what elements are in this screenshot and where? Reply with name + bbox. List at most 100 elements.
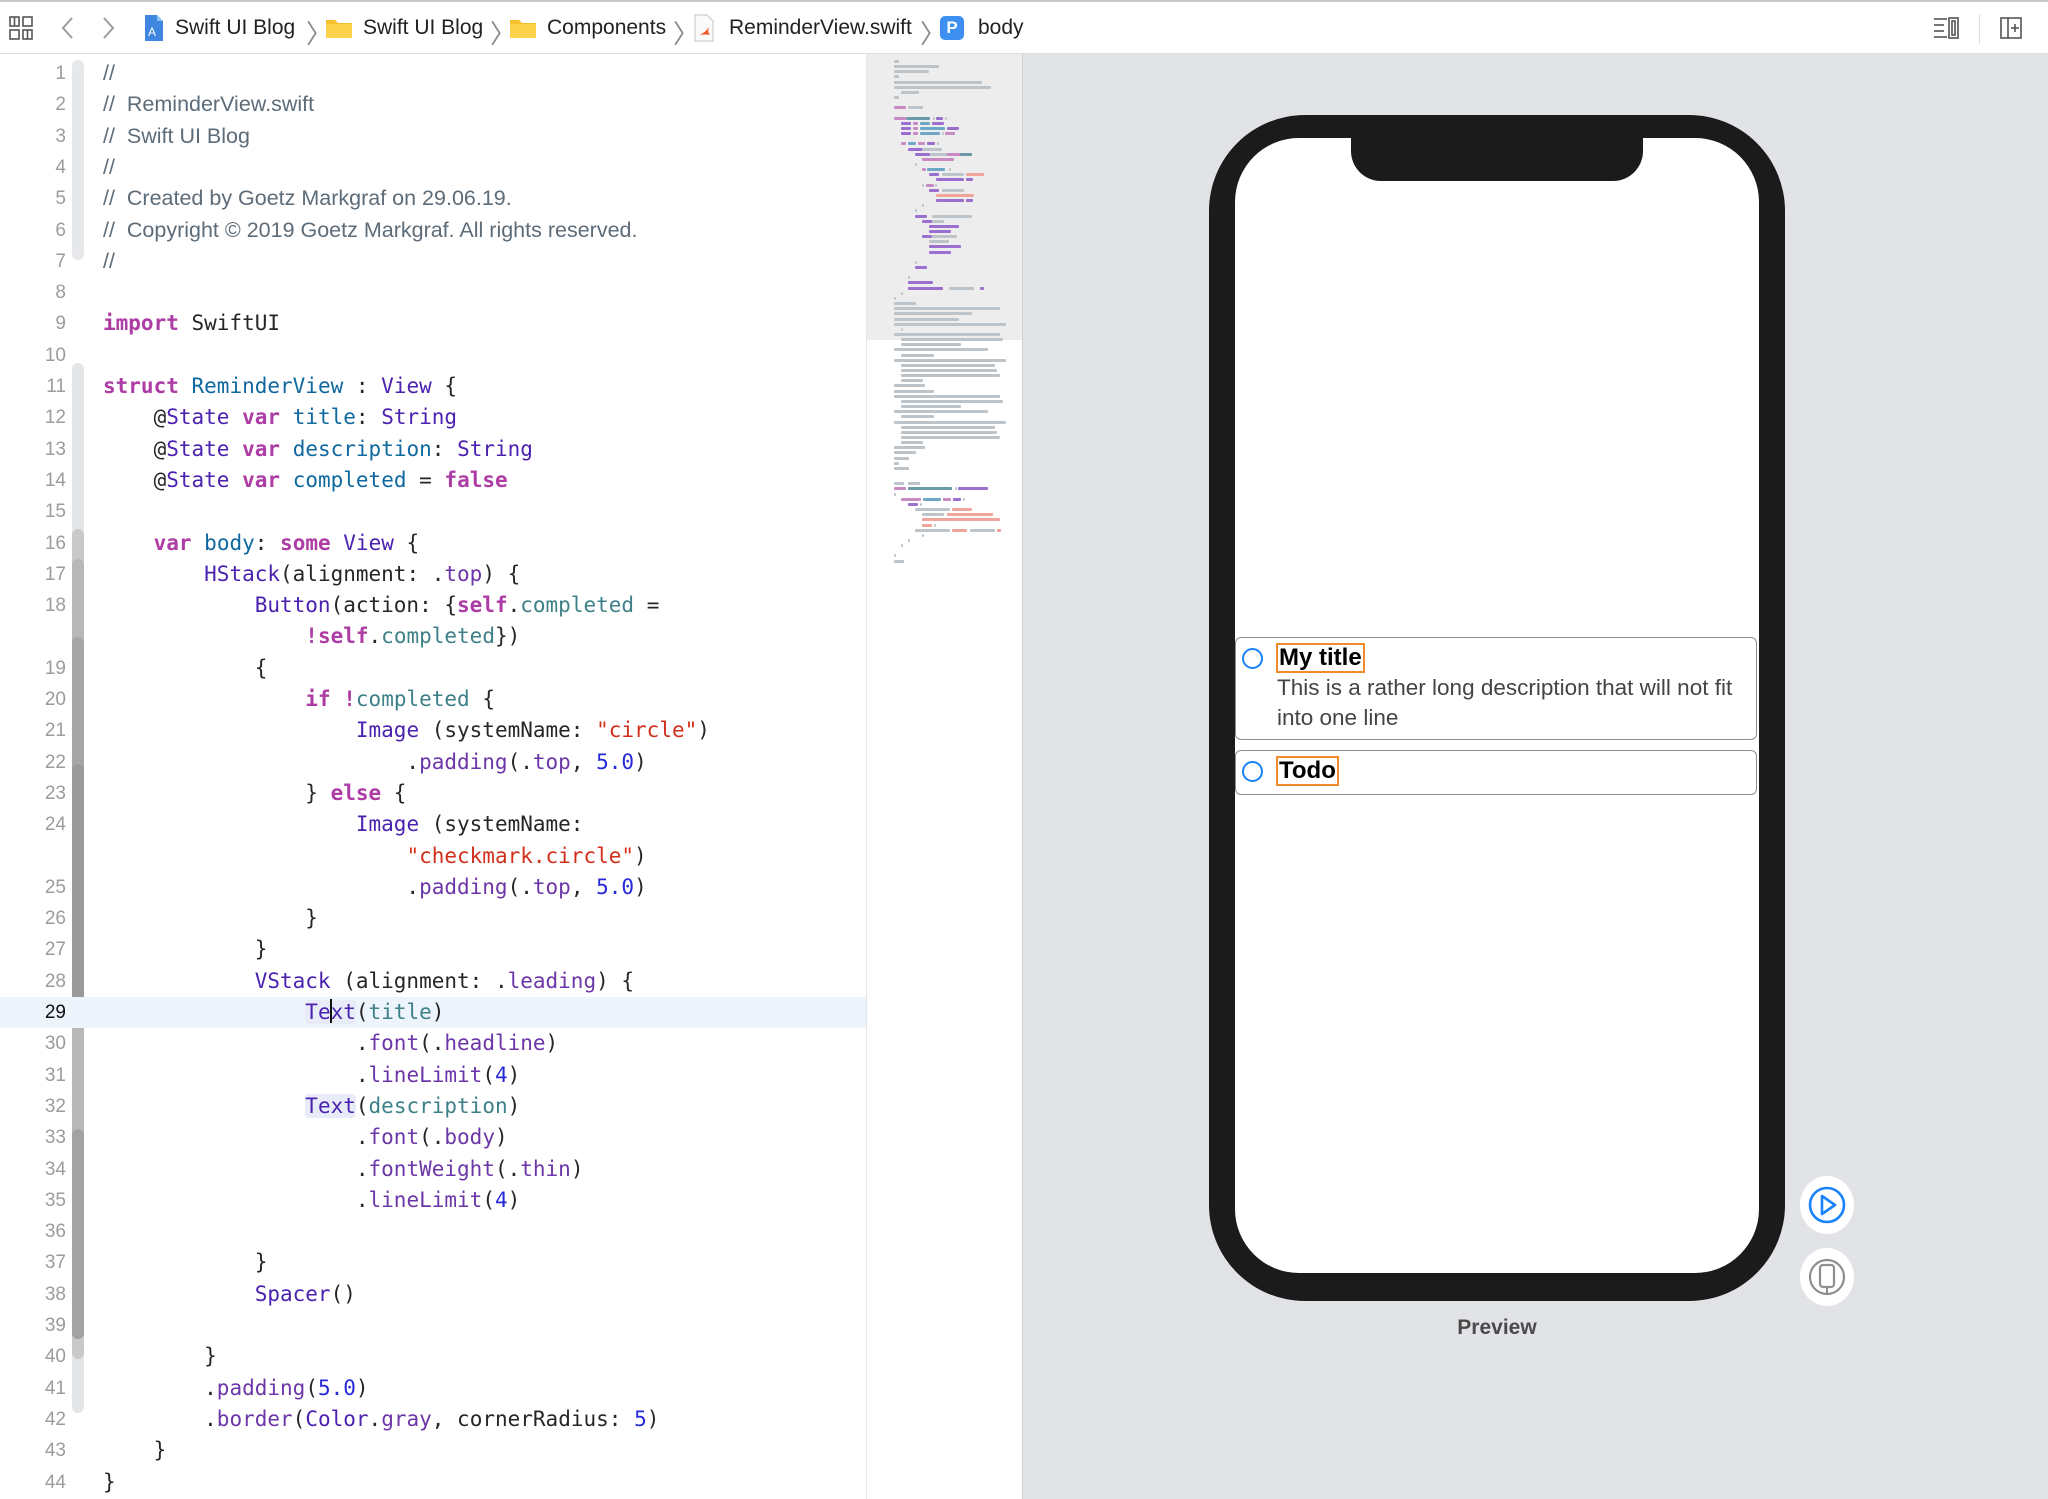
code-line[interactable]: 24 Image (systemName: <box>0 809 866 840</box>
breadcrumb-project[interactable]: A Swift UI Blog <box>143 2 295 54</box>
code-text[interactable]: // <box>103 58 115 89</box>
code-line[interactable]: 39 <box>0 1310 866 1341</box>
code-line[interactable]: 42 .border(Color.gray, cornerRadius: 5) <box>0 1404 866 1435</box>
code-line[interactable]: 35 .lineLimit(4) <box>0 1185 866 1216</box>
code-text[interactable]: .font(.headline) <box>103 1028 558 1059</box>
code-line[interactable]: 3 // Swift UI Blog <box>0 121 866 152</box>
circle-icon[interactable] <box>1242 648 1263 669</box>
code-line[interactable]: 8 <box>0 277 866 308</box>
code-line[interactable]: 23 } else { <box>0 778 866 809</box>
live-preview-button[interactable] <box>1800 1176 1854 1234</box>
code-line[interactable]: 43 } <box>0 1435 866 1466</box>
code-text[interactable]: } <box>103 1341 217 1372</box>
code-text[interactable]: } <box>103 934 268 965</box>
code-line[interactable]: 21 Image (systemName: "circle") <box>0 715 866 746</box>
code-line[interactable]: 29 Text(title) <box>0 997 866 1028</box>
code-text[interactable]: // Copyright © 2019 Goetz Markgraf. All … <box>103 215 637 246</box>
code-line[interactable]: 1 // <box>0 58 866 89</box>
code-line[interactable]: 11 struct ReminderView : View { <box>0 371 866 402</box>
code-line[interactable]: "checkmark.circle") <box>0 841 866 872</box>
code-line[interactable]: 10 <box>0 340 866 371</box>
code-line[interactable]: 13 @State var description: String <box>0 434 866 465</box>
back-button[interactable] <box>58 2 78 54</box>
code-line[interactable]: 26 } <box>0 903 866 934</box>
code-line[interactable]: 37 } <box>0 1247 866 1278</box>
code-text[interactable]: VStack (alignment: .leading) { <box>103 966 634 997</box>
code-line[interactable]: 22 .padding(.top, 5.0) <box>0 747 866 778</box>
code-line[interactable]: 30 .font(.headline) <box>0 1028 866 1059</box>
add-editor-button[interactable] <box>1999 2 2025 54</box>
code-line[interactable]: 6 // Copyright © 2019 Goetz Markgraf. All… <box>0 215 866 246</box>
code-text[interactable]: .font(.body) <box>103 1122 508 1153</box>
code-text[interactable]: { <box>103 653 268 684</box>
code-text[interactable]: } <box>103 1247 268 1278</box>
code-line[interactable]: 20 if !completed { <box>0 684 866 715</box>
code-line[interactable]: 27 } <box>0 934 866 965</box>
code-text[interactable]: .lineLimit(4) <box>103 1060 520 1091</box>
code-text[interactable]: .padding(.top, 5.0) <box>103 747 646 778</box>
related-items-button[interactable] <box>8 2 34 54</box>
code-text[interactable]: var body: some View { <box>103 528 420 559</box>
code-text[interactable]: } <box>103 1467 116 1498</box>
code-line[interactable]: 17 HStack(alignment: .top) { <box>0 559 866 590</box>
code-text[interactable]: @State var title: String <box>103 402 458 433</box>
preview-on-device-button[interactable] <box>1800 1248 1854 1306</box>
circle-icon[interactable] <box>1242 761 1263 782</box>
code-line[interactable]: 25 .padding(.top, 5.0) <box>0 872 866 903</box>
code-line[interactable]: !self.completed}) <box>0 621 866 652</box>
code-text[interactable]: @State var description: String <box>103 434 533 465</box>
code-text[interactable]: Text(description) <box>103 1091 520 1122</box>
reminder-row[interactable]: Todo <box>1235 750 1757 795</box>
code-text[interactable]: } <box>103 1435 167 1466</box>
code-text[interactable]: // Created by Goetz Markgraf on 29.06.19… <box>103 183 512 214</box>
reminder-row[interactable]: My title This is a rather long descripti… <box>1235 637 1757 740</box>
code-text[interactable]: Button(action: {self.completed = <box>103 590 660 621</box>
code-line[interactable]: 41 .padding(5.0) <box>0 1373 866 1404</box>
code-line[interactable]: 5 // Created by Goetz Markgraf on 29.06.1… <box>0 183 866 214</box>
code-line[interactable]: 19 { <box>0 653 866 684</box>
code-text[interactable]: if !completed { <box>103 684 495 715</box>
code-text[interactable]: import SwiftUI <box>103 308 280 339</box>
code-text[interactable]: // <box>103 152 115 183</box>
code-line[interactable]: 15 <box>0 496 866 527</box>
code-line[interactable]: 7 // <box>0 246 866 277</box>
code-line[interactable]: 9 import SwiftUI <box>0 308 866 339</box>
code-line[interactable]: 14 @State var completed = false <box>0 465 866 496</box>
code-text[interactable]: .fontWeight(.thin) <box>103 1154 584 1185</box>
code-text[interactable]: .padding(5.0) <box>103 1373 368 1404</box>
code-text[interactable]: // Swift UI Blog <box>103 121 250 152</box>
code-line[interactable]: 36 <box>0 1216 866 1247</box>
editor-options-button[interactable] <box>1933 2 1969 54</box>
code-text[interactable]: Text(title) <box>103 997 444 1028</box>
forward-button[interactable] <box>98 2 118 54</box>
code-line[interactable]: 2 // ReminderView.swift <box>0 89 866 120</box>
code-line[interactable]: 16 var body: some View { <box>0 528 866 559</box>
code-line[interactable]: 34 .fontWeight(.thin) <box>0 1154 866 1185</box>
breadcrumb-file[interactable]: ReminderView.swift <box>693 2 912 54</box>
code-text[interactable]: .padding(.top, 5.0) <box>103 872 646 903</box>
code-line[interactable]: 31 .lineLimit(4) <box>0 1060 866 1091</box>
breadcrumb-group-swift-ui-blog[interactable]: Swift UI Blog <box>325 2 483 54</box>
source-editor[interactable]: 1 // 2 // ReminderView.swift 3 // Swift UI Bl… <box>0 54 866 1499</box>
breadcrumb-symbol[interactable]: P body <box>940 2 1024 54</box>
code-text[interactable]: .lineLimit(4) <box>103 1185 520 1216</box>
code-line[interactable]: 18 Button(action: {self.completed = <box>0 590 866 621</box>
code-text[interactable]: .border(Color.gray, cornerRadius: 5) <box>103 1404 659 1435</box>
minimap[interactable] <box>866 54 1023 1499</box>
code-text[interactable]: Image (systemName: <box>103 809 584 840</box>
code-text[interactable]: !self.completed}) <box>103 621 520 652</box>
code-text[interactable]: "checkmark.circle") <box>103 841 646 872</box>
code-text[interactable]: @State var completed = false <box>103 465 508 496</box>
code-line[interactable]: 44} <box>0 1467 866 1498</box>
code-text[interactable]: // ReminderView.swift <box>103 89 314 120</box>
code-text[interactable]: HStack(alignment: .top) { <box>103 559 520 590</box>
code-text[interactable]: Spacer() <box>103 1279 356 1310</box>
code-text[interactable]: Image (systemName: "circle") <box>103 715 710 746</box>
code-line[interactable]: 12 @State var title: String <box>0 402 866 433</box>
code-line[interactable]: 33 .font(.body) <box>0 1122 866 1153</box>
code-text[interactable]: } <box>103 903 318 934</box>
code-line[interactable]: 40 } <box>0 1341 866 1372</box>
code-text[interactable]: } else { <box>103 778 406 809</box>
breadcrumb-group-components[interactable]: Components <box>509 2 666 54</box>
code-text[interactable]: // <box>103 246 115 277</box>
